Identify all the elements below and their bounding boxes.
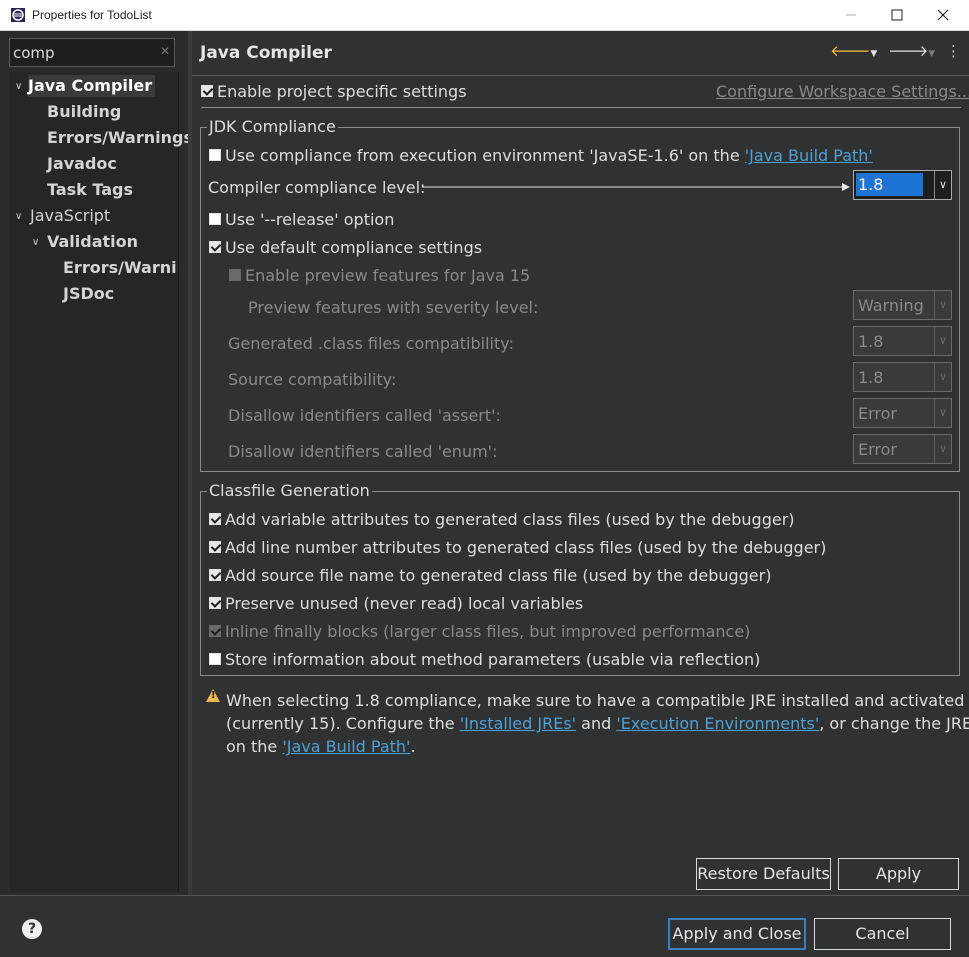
enable-project-settings-checkbox[interactable] (201, 85, 213, 97)
enable-project-settings-label: Enable project specific settings (217, 82, 467, 101)
chevron-down-icon: ∨ (934, 363, 951, 391)
inline-finally-label: Inline finally blocks (larger class file… (225, 622, 751, 641)
generated-class-select[interactable]: 1.8 ∨ (853, 326, 952, 356)
warning-line-1: When selecting 1.8 compliance, make sure… (226, 691, 965, 710)
chevron-down-icon: ∨ (934, 291, 951, 319)
variable-attributes-checkbox[interactable] (209, 513, 221, 525)
tree-item-js-errors-warnings[interactable]: Errors/Warnin (63, 257, 178, 279)
inline-finally-checkbox[interactable] (209, 625, 221, 637)
restore-defaults-button[interactable]: Restore Defaults (696, 858, 831, 890)
tree-item-javadoc[interactable]: Javadoc (47, 153, 117, 175)
dialog-button-bar: ? Apply and Close Cancel (0, 895, 969, 957)
installed-jres-link[interactable]: 'Installed JREs' (460, 714, 576, 733)
arrow-annotation (422, 183, 850, 191)
enum-select[interactable]: Error ∨ (853, 434, 952, 464)
method-parameters-checkbox[interactable] (209, 653, 221, 665)
generated-class-label: Generated .class files compatibility: (228, 334, 514, 353)
chevron-down-icon[interactable]: ∨ (32, 237, 39, 248)
chevron-down-icon: ∨ (934, 171, 951, 199)
release-option-label: Use '--release' option (225, 210, 395, 229)
preserve-unused-label: Preserve unused (never read) local varia… (225, 594, 584, 613)
forward-arrow-icon[interactable]: 🡒 (888, 42, 928, 60)
use-compliance-env-checkbox[interactable] (209, 149, 221, 161)
preference-tree: ∨ Java Compiler Building Errors/Warnings… (10, 72, 193, 892)
filter-input[interactable]: comp ✕ (9, 38, 175, 67)
tree-item-task-tags[interactable]: Task Tags (47, 179, 133, 201)
chevron-down-icon[interactable]: ∨ (15, 81, 22, 92)
page-content: Java Compiler 🡐▼ 🡒▼ ⋮ Enable project spe… (192, 31, 969, 895)
jdk-compliance-title: JDK Compliance (207, 117, 338, 136)
source-file-name-label: Add source file name to generated class … (225, 566, 772, 585)
enable-separator (201, 107, 961, 108)
maximize-button[interactable] (874, 0, 920, 30)
eclipse-app-icon (11, 8, 25, 22)
tree-item-building[interactable]: Building (47, 101, 121, 123)
tree-item-java-compiler[interactable]: Java Compiler (28, 75, 156, 97)
preview-features-checkbox[interactable] (229, 269, 241, 281)
line-number-label: Add line number attributes to generated … (225, 538, 827, 557)
chevron-down-icon: ∨ (934, 327, 951, 355)
window-titlebar: Properties for TodoList (0, 0, 969, 31)
apply-button[interactable]: Apply (838, 858, 959, 890)
warning-line-2: (currently 15). Configure the 'Installed… (226, 714, 969, 733)
preview-severity-label: Preview features with severity level: (248, 298, 539, 317)
minimize-button[interactable] (828, 0, 874, 30)
tree-item-validation[interactable]: Validation (47, 231, 138, 253)
close-button[interactable] (920, 0, 966, 30)
chevron-down-icon[interactable]: ▼ (870, 49, 877, 59)
preview-severity-select[interactable]: Warning ∨ (853, 290, 952, 320)
apply-and-close-button[interactable]: Apply and Close (668, 918, 806, 950)
source-compat-label: Source compatibility: (228, 370, 397, 389)
classfile-generation-title: Classfile Generation (207, 481, 372, 500)
cancel-button[interactable]: Cancel (814, 918, 951, 950)
use-compliance-env-label: Use compliance from execution environmen… (225, 146, 873, 165)
tree-item-jsdoc[interactable]: JSDoc (63, 283, 114, 305)
window-title: Properties for TodoList (32, 8, 152, 22)
page-nav: 🡐▼ 🡒▼ ⋮ (830, 41, 961, 60)
source-compat-select[interactable]: 1.8 ∨ (853, 362, 952, 392)
java-build-path-link[interactable]: 'Java Build Path' (745, 146, 873, 165)
execution-environments-link[interactable]: 'Execution Environments' (616, 714, 819, 733)
properties-dialog: comp ✕ ∨ Java Compiler Building Errors/W… (0, 31, 969, 957)
clear-filter-icon[interactable]: ✕ (160, 44, 170, 58)
back-arrow-icon[interactable]: 🡐 (830, 42, 870, 60)
left-panel: comp ✕ ∨ Java Compiler Building Errors/W… (0, 31, 193, 895)
filter-value: comp (13, 44, 55, 62)
line-number-checkbox[interactable] (209, 541, 221, 553)
help-icon[interactable]: ? (22, 919, 42, 939)
compliance-level-select[interactable]: 1.8 ∨ (853, 170, 952, 200)
close-icon (937, 9, 949, 21)
tree-item-javascript[interactable]: JavaScript (30, 205, 110, 227)
compliance-level-label: Compiler compliance level: (208, 178, 426, 197)
method-parameters-label: Store information about method parameter… (225, 650, 761, 669)
preserve-unused-checkbox[interactable] (209, 597, 221, 609)
chevron-down-icon: ∨ (934, 399, 951, 427)
maximize-icon (891, 9, 903, 21)
chevron-down-icon[interactable]: ∨ (15, 211, 22, 222)
assert-label: Disallow identifiers called 'assert': (228, 406, 501, 425)
source-file-name-checkbox[interactable] (209, 569, 221, 581)
page-title: Java Compiler (200, 43, 332, 63)
chevron-down-icon: ∨ (934, 435, 951, 463)
preview-features-label: Enable preview features for Java 15 (245, 266, 531, 285)
default-compliance-label: Use default compliance settings (225, 238, 483, 257)
minimize-icon (846, 14, 856, 16)
configure-workspace-link[interactable]: Configure Workspace Settings... (716, 82, 969, 101)
enum-label: Disallow identifiers called 'enum': (228, 442, 498, 461)
chevron-down-icon[interactable]: ▼ (928, 49, 935, 59)
java-build-path-link[interactable]: 'Java Build Path' (282, 737, 410, 756)
warning-icon (206, 689, 220, 702)
variable-attributes-label: Add variable attributes to generated cla… (225, 510, 795, 529)
assert-select[interactable]: Error ∨ (853, 398, 952, 428)
view-menu-icon[interactable]: ⋮ (946, 42, 961, 60)
warning-line-3: on the 'Java Build Path'. (226, 737, 416, 756)
release-option-checkbox[interactable] (209, 213, 221, 225)
tree-item-errors-warnings[interactable]: Errors/Warnings (47, 127, 193, 149)
title-separator (192, 75, 969, 76)
default-compliance-checkbox[interactable] (209, 241, 221, 253)
